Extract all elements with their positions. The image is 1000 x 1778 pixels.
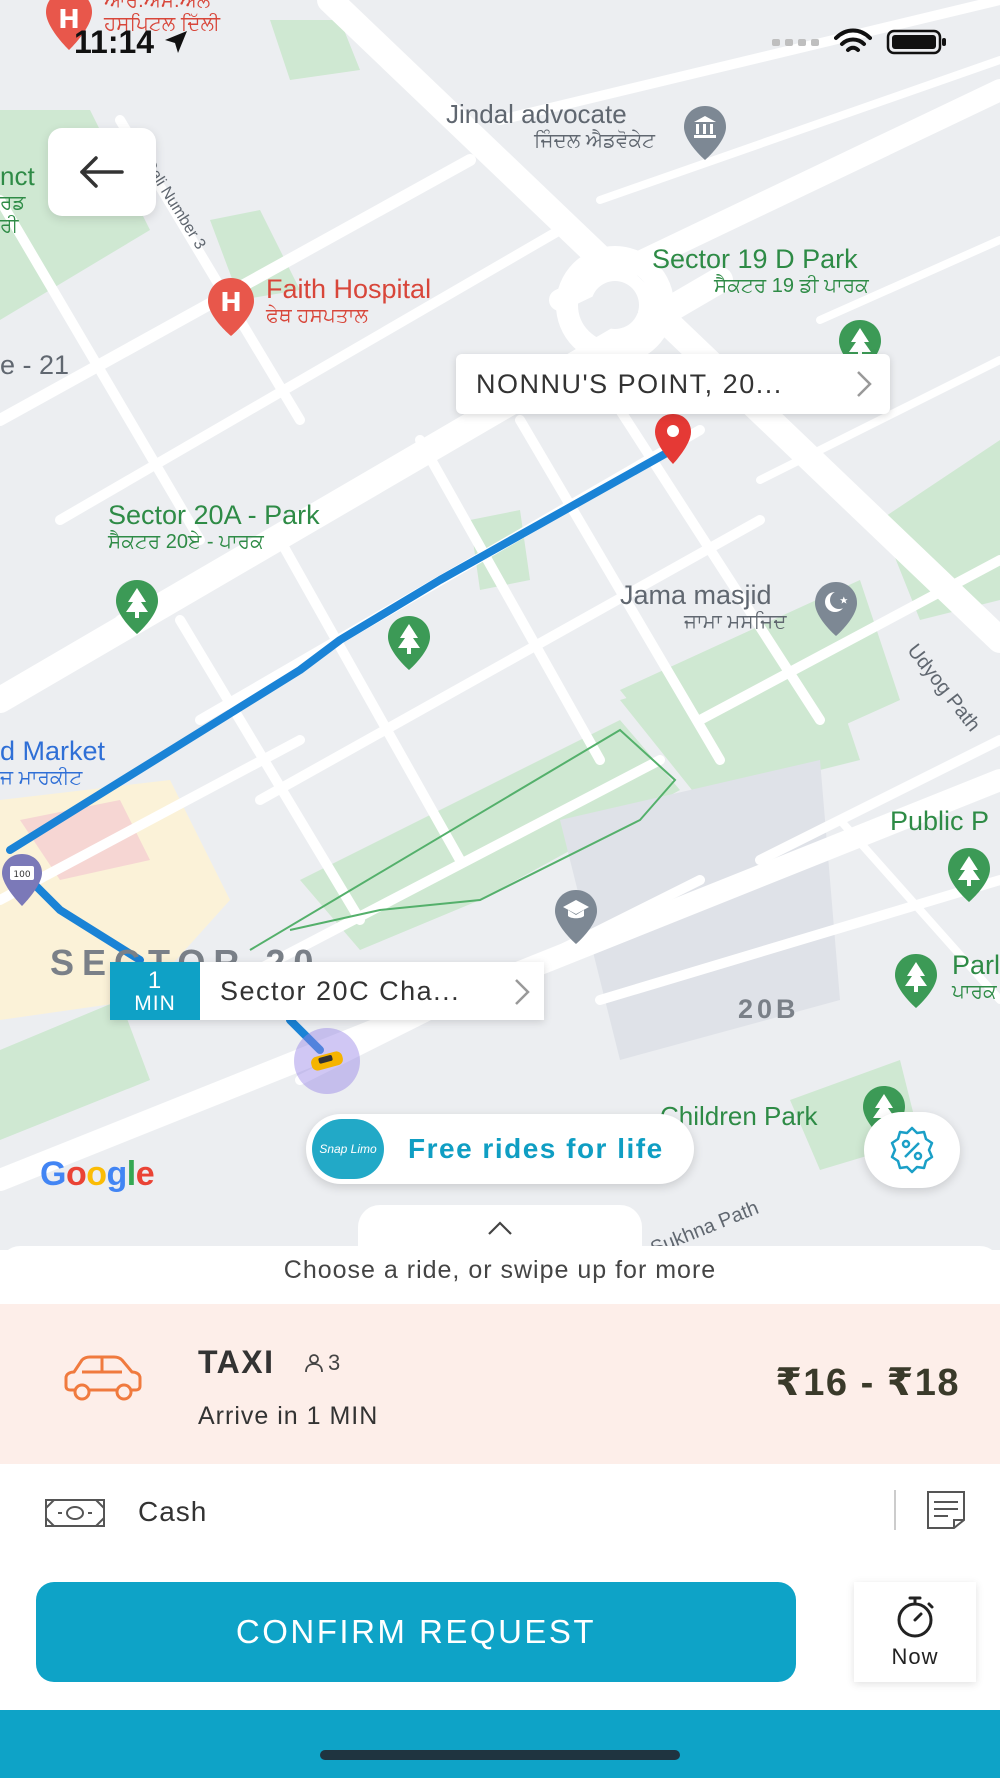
location-arrow-icon xyxy=(164,31,187,53)
status-bar: 11:14 xyxy=(0,0,1000,90)
discount-button[interactable] xyxy=(864,1112,960,1188)
chevron-up-icon xyxy=(488,1221,512,1235)
park-pin-icon xyxy=(895,954,937,1008)
chevron-right-icon xyxy=(515,979,530,1005)
google-logo-letter: G xyxy=(40,1155,66,1193)
ride-option-taxi[interactable]: TAXI 3 Arrive in 1 MIN ₹16 - ₹18 xyxy=(0,1304,1000,1464)
snap-limo-logo: Snap Limo xyxy=(312,1119,384,1179)
school-pin-icon xyxy=(555,890,597,944)
map-label-faith-hospital: Faith Hospital ਫੇਥ ਹਸਪਤਾਲ xyxy=(266,274,432,328)
map-label-public-park: Public P xyxy=(890,806,990,836)
map-label-sector20a: Sector 20A - Park ਸੈਕਟਰ 20ਏ - ਪਾਰਕ xyxy=(108,500,320,554)
sheet-hint: Choose a ride, or swipe up for more xyxy=(283,1256,717,1284)
divider xyxy=(894,1490,896,1530)
fuel-station-icon: 100 xyxy=(2,854,42,906)
bottom-bar xyxy=(0,1710,1000,1778)
destination-tag[interactable]: NONNU'S POINT, 20... xyxy=(456,354,890,414)
google-logo: Google xyxy=(40,1155,155,1194)
ride-seats: 3 xyxy=(304,1350,340,1376)
promo-banner[interactable]: Snap Limo Free rides for life xyxy=(306,1114,694,1184)
ride-eta: Arrive in 1 MIN xyxy=(198,1402,379,1430)
destination-pin-icon xyxy=(655,414,691,464)
google-logo-letter: o xyxy=(86,1155,107,1193)
car-marker-icon xyxy=(294,1028,360,1094)
svg-text:100: 100 xyxy=(13,870,30,880)
park-pin-icon xyxy=(948,848,990,902)
cellular-signal-icon xyxy=(772,39,819,46)
person-icon xyxy=(305,1354,323,1373)
park-pin-icon xyxy=(388,616,430,670)
schedule-button[interactable]: Now xyxy=(854,1582,976,1682)
google-logo-letter: g xyxy=(106,1155,128,1193)
sheet-expand-handle[interactable] xyxy=(358,1205,642,1250)
map-label-edge-left: nct ਰਡ ਰੀ xyxy=(0,161,35,237)
google-logo-letter: l xyxy=(126,1155,136,1193)
confirm-request-button[interactable]: CONFIRM REQUEST xyxy=(36,1582,796,1682)
promo-text: Free rides for life xyxy=(408,1133,664,1164)
status-icons xyxy=(772,28,948,56)
payment-label: Cash xyxy=(138,1496,208,1527)
map-label-sector21: e - 21 xyxy=(0,350,70,380)
map-label-jindal: Jindal advocate ਜਿੰਦਲ ਐਡਵੋਕੇਟ xyxy=(446,99,655,152)
map-label-market: d Market ਜ ਮਾਰਕੀਟ xyxy=(0,736,106,790)
svg-text:H: H xyxy=(220,288,242,318)
ride-seat-count: 3 xyxy=(328,1350,341,1375)
hospital-pin-icon: H xyxy=(208,278,254,336)
map-label-park: Parl ਪਾਰਕ xyxy=(952,950,1000,1004)
payment-method-row[interactable]: Cash xyxy=(0,1464,1000,1560)
office-pin-icon xyxy=(684,106,726,160)
map-label-sector19: Sector 19 D Park ਸੈਕਟਰ 19 ਡੀ ਪਾਰਕ xyxy=(652,244,869,298)
cash-icon xyxy=(45,1499,105,1527)
google-logo-letter: o xyxy=(65,1155,87,1193)
discount-badge-icon xyxy=(890,1126,934,1174)
pickup-eta-badge: 1 MIN xyxy=(110,962,200,1020)
stopwatch-icon xyxy=(897,1596,934,1638)
pickup-eta-unit: MIN xyxy=(134,992,176,1016)
schedule-label: Now xyxy=(891,1644,939,1669)
park-pin-icon xyxy=(116,580,158,634)
pickup-eta-value: 1 xyxy=(147,967,163,994)
pickup-label: Sector 20C Cha... xyxy=(220,975,461,1006)
ride-name: TAXI xyxy=(198,1344,275,1380)
home-indicator[interactable] xyxy=(320,1750,680,1760)
battery-icon xyxy=(886,29,946,55)
map-label-jama-masjid: Jama masjid ਜਾਮਾ ਮਸਜਿਦ xyxy=(620,580,787,634)
wifi-icon xyxy=(834,28,872,52)
pickup-tag[interactable]: 1 MIN Sector 20C Cha... xyxy=(110,962,544,1020)
ride-price: ₹16 - ₹18 xyxy=(775,1362,960,1404)
map-label-sector20b: 20B xyxy=(738,994,800,1024)
car-icon xyxy=(64,1355,142,1401)
google-logo-letter: e xyxy=(135,1155,155,1193)
arrow-left-icon xyxy=(80,156,124,188)
notes-icon[interactable] xyxy=(924,1490,968,1530)
back-button[interactable] xyxy=(48,128,156,216)
mosque-pin-icon xyxy=(815,582,857,636)
status-time: 11:14 xyxy=(74,24,189,61)
destination-label: NONNU'S POINT, 20... xyxy=(476,368,783,399)
ride-selection-sheet: Choose a ride, or swipe up for more TAXI… xyxy=(0,1246,1000,1778)
chevron-right-icon xyxy=(857,371,872,397)
